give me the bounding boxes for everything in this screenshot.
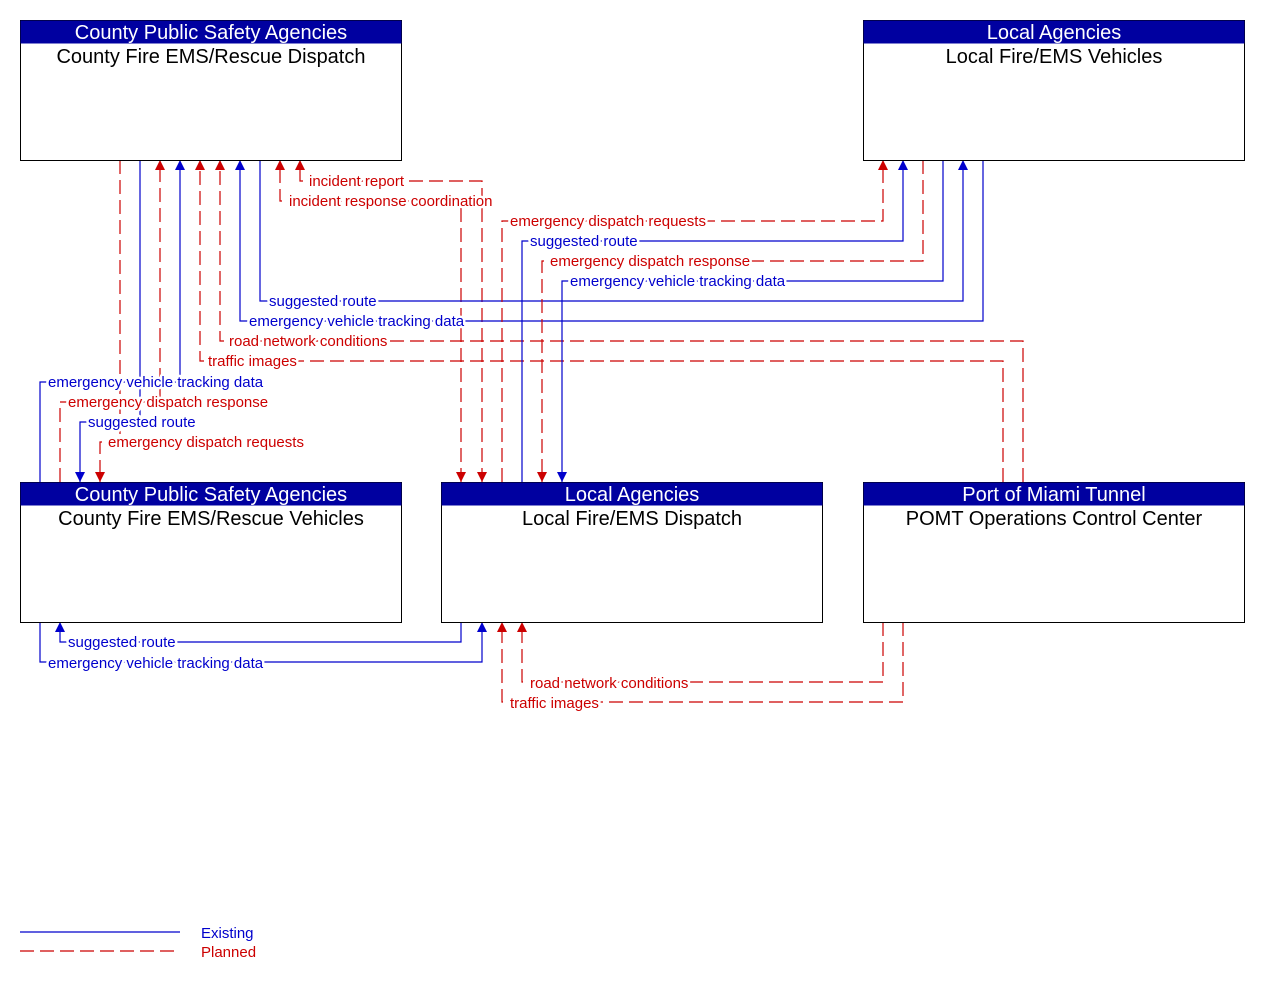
flow-label: emergency dispatch response <box>68 394 268 411</box>
legend-existing-label: Existing <box>201 925 254 942</box>
flow-label: traffic images <box>208 353 297 370</box>
box-name: Local Fire/EMS Dispatch <box>522 508 742 530</box>
flow-label: emergency dispatch requests <box>510 213 706 230</box>
box-name: POMT Operations Control Center <box>906 508 1203 530</box>
box-county-fire-dispatch[interactable]: County Public Safety Agencies County Fir… <box>20 20 402 161</box>
flow-label: suggested route <box>68 634 176 651</box>
flow-label: suggested route <box>269 293 377 310</box>
flow-label: incident response coordination <box>289 193 492 210</box>
flow-label: emergency vehicle tracking data <box>570 273 786 290</box>
flow-label: emergency dispatch response <box>550 253 750 270</box>
box-local-fire-dispatch[interactable]: Local Agencies Local Fire/EMS Dispatch <box>441 482 823 623</box>
box-group: Local Agencies <box>565 484 700 506</box>
box-local-fire-vehicles[interactable]: Local Agencies Local Fire/EMS Vehicles <box>863 20 1245 161</box>
box-name: County Fire EMS/Rescue Dispatch <box>56 46 365 68</box>
flow-label: road network conditions <box>229 333 387 350</box>
flow-label: incident report <box>309 173 405 190</box>
box-pomt-occ[interactable]: Port of Miami Tunnel POMT Operations Con… <box>863 482 1245 623</box>
flow-label: traffic images <box>510 695 599 712</box>
box-group: County Public Safety Agencies <box>75 484 347 506</box>
flow-label: suggested route <box>530 233 638 250</box>
box-name: Local Fire/EMS Vehicles <box>946 46 1163 68</box>
flow-label: emergency vehicle tracking data <box>48 374 264 391</box>
box-name: County Fire EMS/Rescue Vehicles <box>58 508 364 530</box>
legend: Existing Planned <box>20 925 256 961</box>
flow-label: emergency vehicle tracking data <box>48 655 264 672</box>
box-county-fire-vehicles[interactable]: County Public Safety Agencies County Fir… <box>20 482 402 623</box>
flow-e-to-d-road-conditions[interactable] <box>517 622 884 683</box>
box-group: Local Agencies <box>987 22 1122 44</box>
flow-labels: incident report incident response coordi… <box>46 171 789 715</box>
architecture-diagram: incident report incident response coordi… <box>20 20 1245 961</box>
flow-label: emergency vehicle tracking data <box>249 313 465 330</box>
box-group: County Public Safety Agencies <box>75 22 347 44</box>
legend-planned-label: Planned <box>201 944 256 961</box>
box-group: Port of Miami Tunnel <box>962 484 1145 506</box>
flow-label: road network conditions <box>530 675 688 692</box>
flow-label: suggested route <box>88 414 196 431</box>
flow-label: emergency dispatch requests <box>108 434 304 451</box>
